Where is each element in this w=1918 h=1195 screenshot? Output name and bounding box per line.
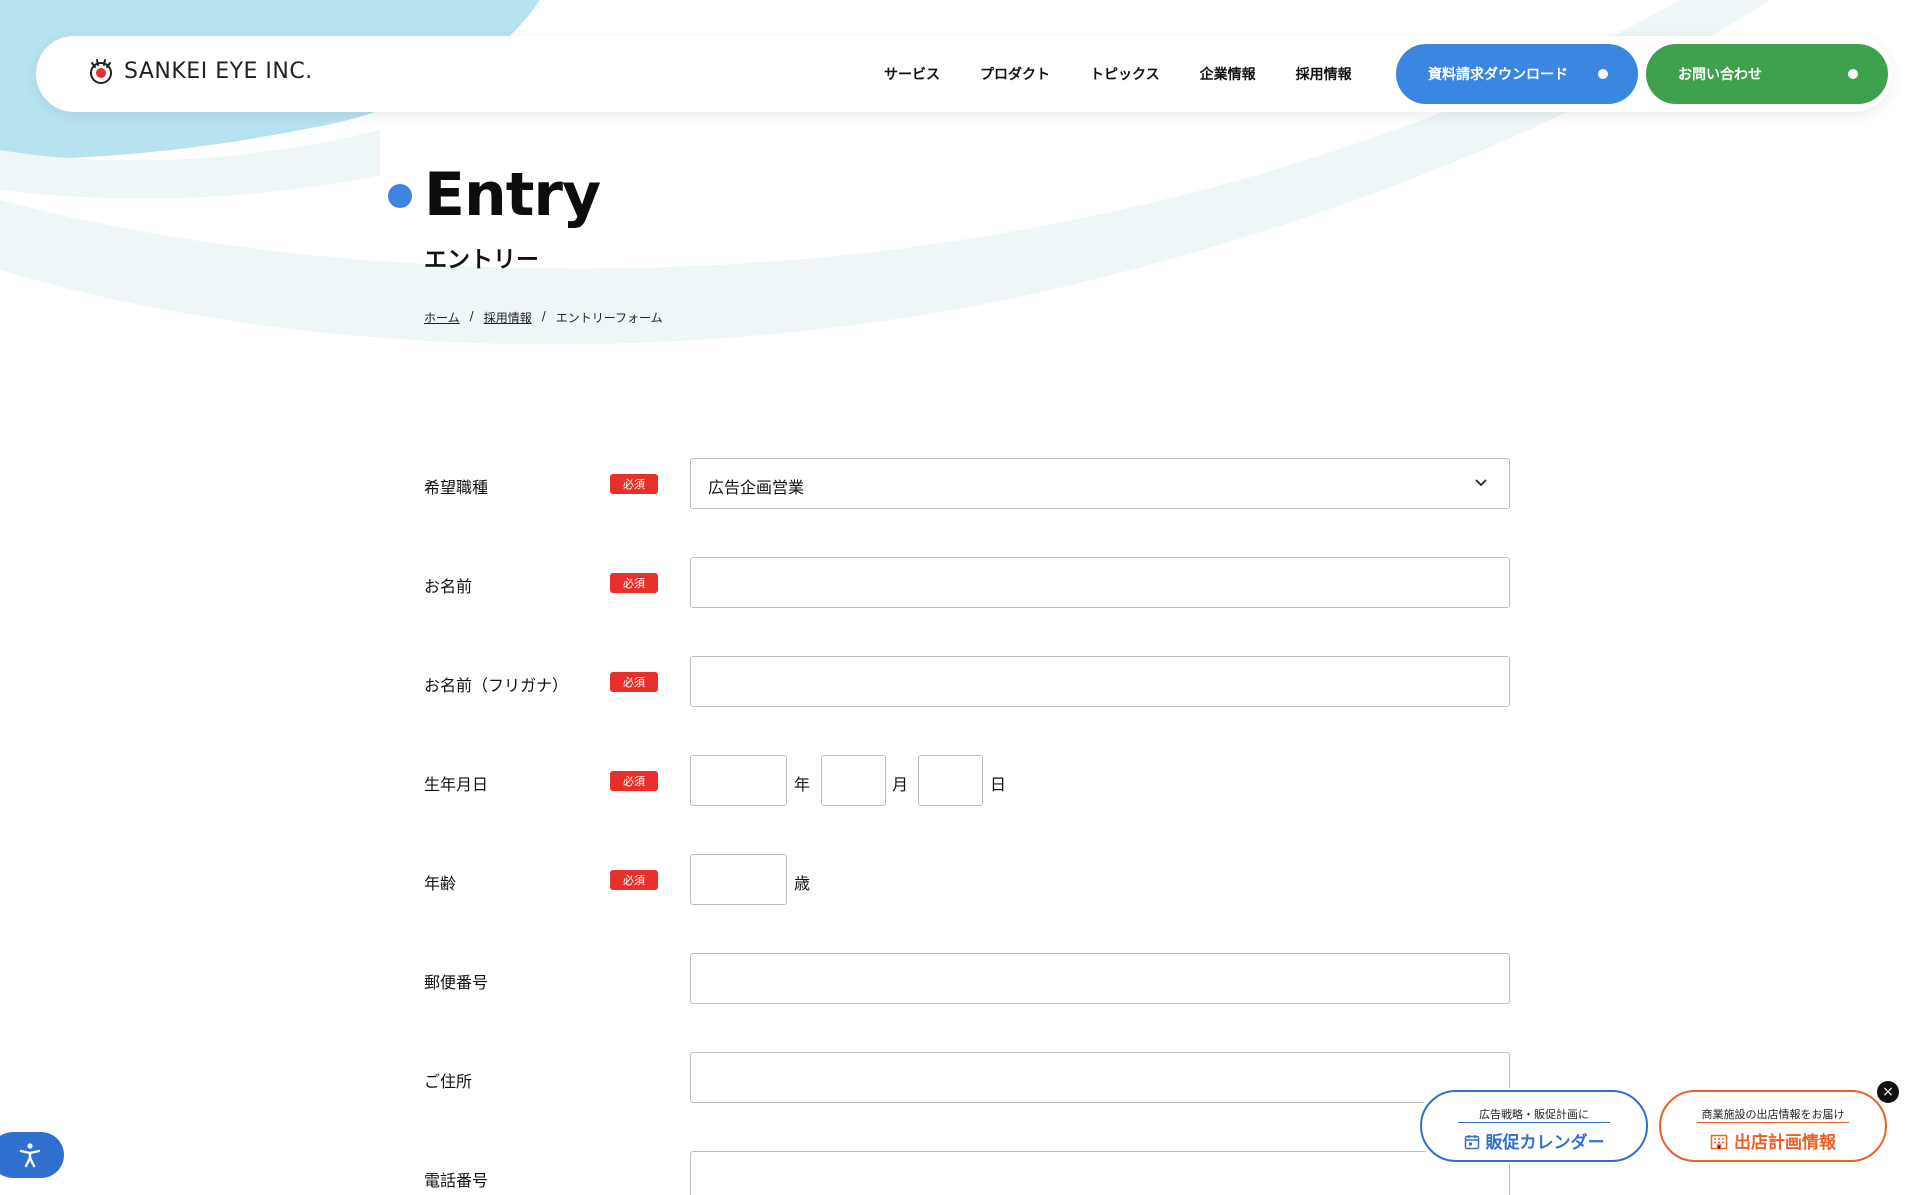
download-button-label: 資料請求ダウンロード bbox=[1428, 67, 1568, 83]
form-row-name: お名前 必須 bbox=[424, 557, 1510, 609]
name-input[interactable] bbox=[690, 557, 1510, 608]
required-badge: 必須 bbox=[610, 474, 658, 494]
page-subtitle: エントリー bbox=[424, 247, 539, 273]
breadcrumb-separator: / bbox=[469, 309, 474, 323]
nav-item-products[interactable]: プロダクト bbox=[980, 64, 1050, 84]
kana-label: お名前（フリガナ） bbox=[424, 676, 569, 695]
breadcrumb-separator: / bbox=[541, 309, 546, 323]
age-unit: 歳 bbox=[794, 874, 811, 893]
required-badge: 必須 bbox=[610, 870, 658, 890]
breadcrumb-home[interactable]: ホーム bbox=[424, 309, 460, 326]
nav-item-services[interactable]: サービス bbox=[884, 64, 940, 84]
required-badge: 必須 bbox=[610, 672, 658, 692]
birth-day-input[interactable] bbox=[918, 755, 983, 806]
required-badge: 必須 bbox=[610, 573, 658, 593]
divider bbox=[1697, 1122, 1849, 1123]
form-row-job: 希望職種 必須 広告企画営業 bbox=[424, 458, 1510, 510]
nav-item-recruit[interactable]: 採用情報 bbox=[1296, 64, 1352, 84]
heading-dot-icon bbox=[388, 184, 412, 208]
nav-item-topics[interactable]: トピックス bbox=[1090, 64, 1160, 84]
birthdate-label: 生年月日 bbox=[424, 775, 489, 794]
divider bbox=[1458, 1122, 1610, 1123]
job-select[interactable]: 広告企画営業 bbox=[690, 458, 1510, 509]
year-unit: 年 bbox=[794, 775, 811, 794]
phone-input[interactable] bbox=[690, 1151, 1510, 1195]
logo-text: SANKEI EYE INC. bbox=[124, 58, 313, 84]
shop-banner-subtitle: 商業施設の出店情報をお届け bbox=[1701, 1108, 1845, 1121]
dot-icon bbox=[1848, 69, 1858, 79]
month-unit: 月 bbox=[892, 775, 909, 794]
contact-button-label: お問い合わせ bbox=[1678, 67, 1762, 83]
accessibility-icon bbox=[19, 1143, 41, 1168]
name-label: お名前 bbox=[424, 577, 473, 596]
shop-banner-label: 出店計画情報 bbox=[1734, 1133, 1836, 1153]
calendar-icon bbox=[1464, 1135, 1479, 1150]
shop-banner-title: 出店計画情報 bbox=[1661, 1128, 1885, 1153]
kana-input[interactable] bbox=[690, 656, 1510, 707]
download-materials-button[interactable]: 資料請求ダウンロード bbox=[1396, 44, 1638, 104]
zip-input[interactable] bbox=[690, 953, 1510, 1004]
phone-label: 電話番号 bbox=[424, 1171, 489, 1190]
form-row-birthdate: 生年月日 必須 年 月 日 bbox=[424, 755, 1510, 807]
contact-button[interactable]: お問い合わせ bbox=[1646, 44, 1888, 104]
age-input[interactable] bbox=[690, 854, 787, 905]
dot-icon bbox=[1598, 69, 1608, 79]
breadcrumb-current: エントリーフォーム bbox=[555, 311, 663, 325]
job-selected-value: 広告企画営業 bbox=[708, 478, 805, 497]
site-header: SANKEI EYE INC. サービス プロダクト トピックス 企業情報 採用… bbox=[36, 36, 1892, 112]
accessibility-button[interactable] bbox=[0, 1132, 64, 1178]
birth-month-input[interactable] bbox=[821, 755, 886, 806]
calendar-banner-title: 販促カレンダー bbox=[1422, 1128, 1646, 1153]
job-label: 希望職種 bbox=[424, 478, 489, 497]
form-row-age: 年齢 必須 歳 bbox=[424, 854, 1510, 906]
calendar-banner-label: 販促カレンダー bbox=[1485, 1133, 1605, 1153]
eye-logo-icon bbox=[90, 59, 112, 84]
calendar-banner-subtitle: 広告戦略・販促計画に bbox=[1479, 1108, 1589, 1121]
zip-label: 郵便番号 bbox=[424, 973, 489, 992]
sales-calendar-banner[interactable]: 広告戦略・販促計画に 販促カレンダー bbox=[1420, 1090, 1648, 1162]
breadcrumb-recruit[interactable]: 採用情報 bbox=[484, 309, 532, 326]
breadcrumb: ホーム / 採用情報 / エントリーフォーム bbox=[424, 309, 663, 326]
form-row-kana: お名前（フリガナ） 必須 bbox=[424, 656, 1510, 708]
form-row-phone: 電話番号 bbox=[424, 1151, 1510, 1195]
required-badge: 必須 bbox=[610, 771, 658, 791]
page-title: Entry bbox=[424, 160, 601, 230]
address-label: ご住所 bbox=[424, 1072, 473, 1091]
building-icon bbox=[1710, 1134, 1728, 1150]
form-row-address: ご住所 bbox=[424, 1052, 1510, 1104]
age-label: 年齢 bbox=[424, 874, 457, 893]
address-input[interactable] bbox=[690, 1052, 1510, 1103]
store-plan-banner[interactable]: 商業施設の出店情報をお届け 出店計画情報 bbox=[1659, 1090, 1887, 1162]
close-banners-button[interactable]: × bbox=[1877, 1081, 1899, 1103]
chevron-down-icon bbox=[1475, 479, 1487, 487]
nav-item-company[interactable]: 企業情報 bbox=[1200, 64, 1256, 84]
main-nav: サービス プロダクト トピックス 企業情報 採用情報 bbox=[884, 36, 1352, 112]
birth-year-input[interactable] bbox=[690, 755, 787, 806]
day-unit: 日 bbox=[990, 775, 1007, 794]
form-row-zip: 郵便番号 bbox=[424, 953, 1510, 1005]
company-logo[interactable]: SANKEI EYE INC. bbox=[86, 56, 313, 86]
